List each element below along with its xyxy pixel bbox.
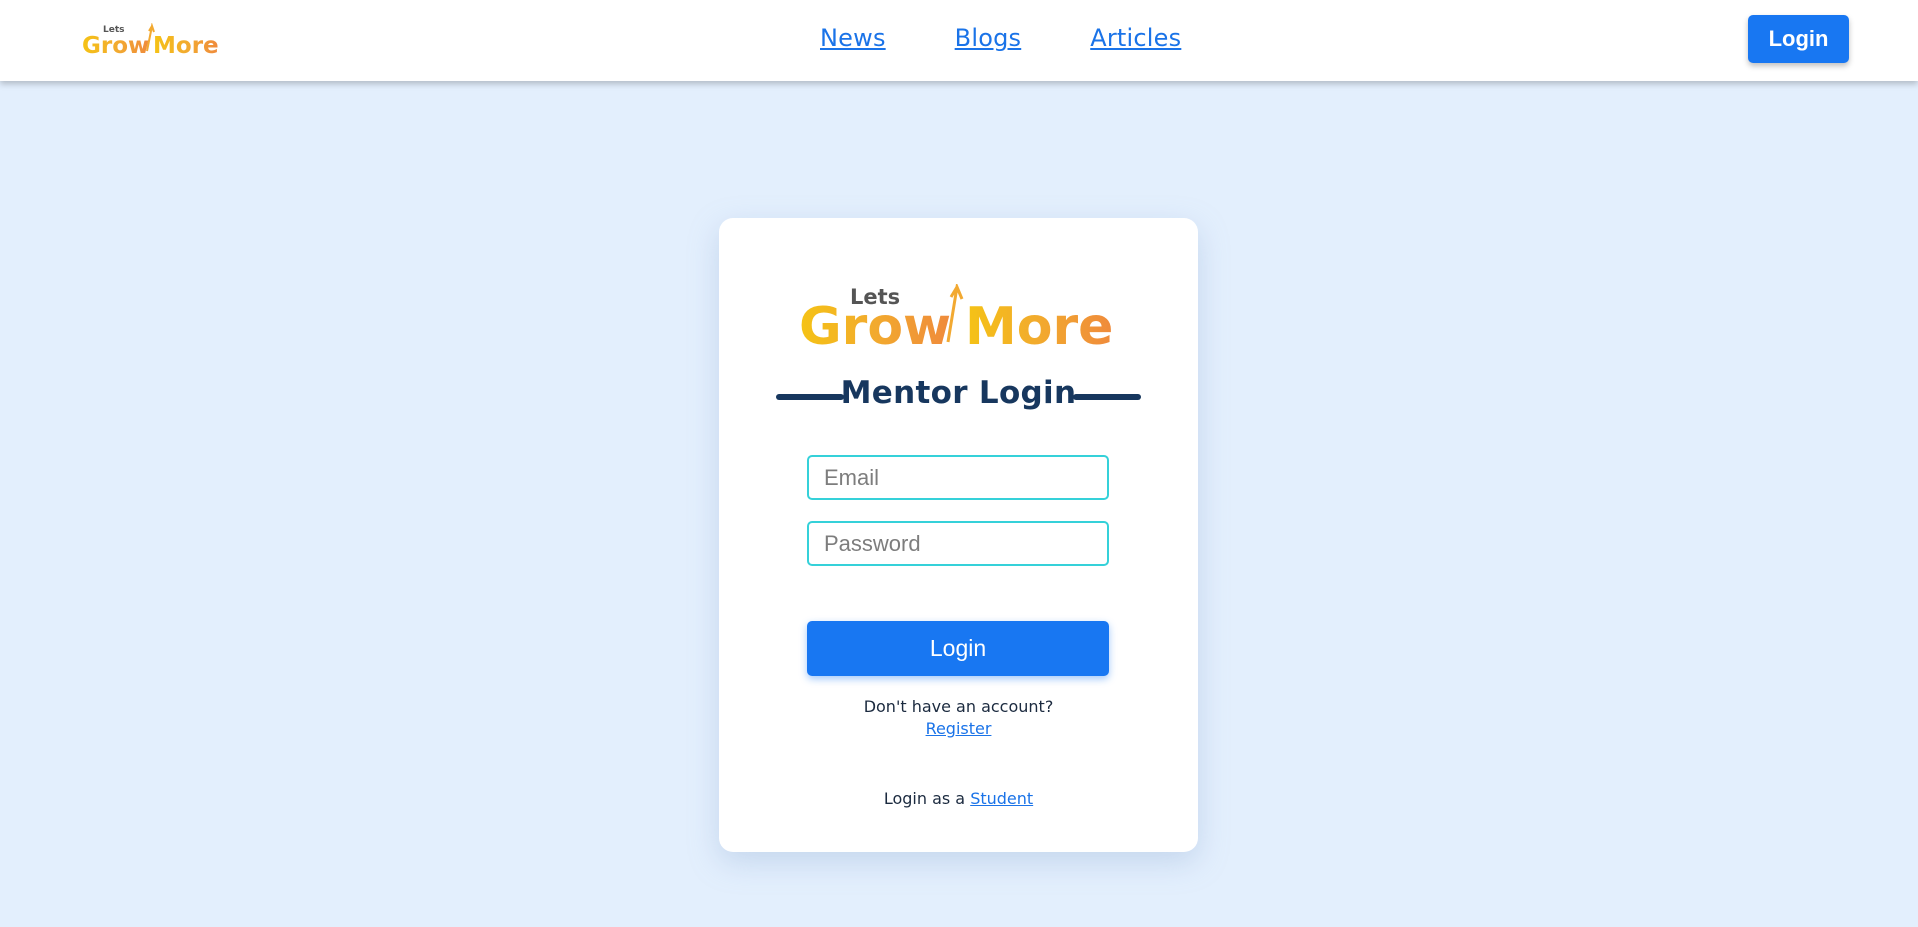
login-card: Lets Grow More Mentor Login Login Don't …: [719, 218, 1198, 852]
header-login-button[interactable]: Login: [1748, 15, 1849, 63]
register-link[interactable]: Register: [926, 719, 992, 738]
logo-more-text: More: [153, 33, 219, 55]
no-account-text: Don't have an account?: [863, 697, 1054, 716]
student-login-row: Login as a Student: [719, 789, 1198, 808]
student-login-prefix: Login as a: [883, 789, 966, 808]
login-submit-button[interactable]: Login: [807, 621, 1109, 676]
top-navbar: Lets Grow More News Blogs Articles Login: [0, 0, 1918, 81]
nav-link-blogs[interactable]: Blogs: [955, 24, 1022, 52]
email-field[interactable]: [807, 455, 1109, 500]
register-row: Register: [719, 719, 1198, 738]
main-nav: News Blogs Articles: [820, 24, 1181, 52]
logo-grow-text: Grow: [799, 297, 951, 348]
lets-grow-more-logo: Lets Grow More: [799, 284, 1113, 348]
page-title: Mentor Login: [840, 375, 1077, 411]
logo-grow-text: Grow: [82, 33, 149, 55]
nav-link-news[interactable]: News: [820, 24, 886, 52]
logo-more-text: More: [965, 297, 1113, 348]
nav-link-articles[interactable]: Articles: [1090, 24, 1181, 52]
lets-grow-more-logo[interactable]: Lets Grow More: [80, 23, 220, 55]
title-divider-right: [1073, 394, 1141, 400]
password-field[interactable]: [807, 521, 1109, 566]
student-login-link[interactable]: Student: [970, 789, 1033, 808]
